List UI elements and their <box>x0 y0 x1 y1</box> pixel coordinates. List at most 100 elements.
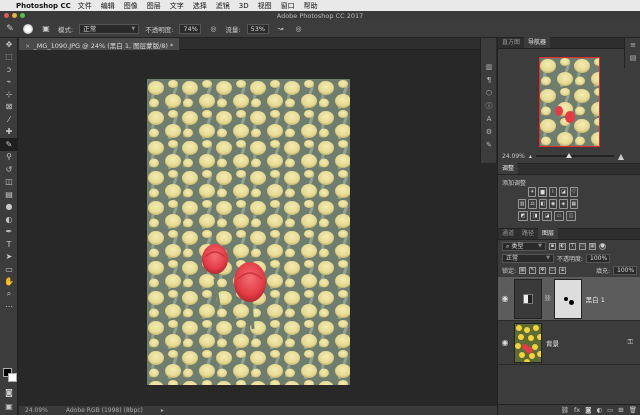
levels-icon[interactable]: ▆ <box>538 187 547 197</box>
navigator-view-box[interactable] <box>539 57 600 147</box>
layer-thumbnail[interactable] <box>514 322 542 363</box>
crop-tool-icon[interactable]: ⊹ <box>0 88 18 101</box>
paragraph-panel-icon[interactable]: ¶ <box>481 73 497 86</box>
new-group-icon[interactable]: ▭ <box>607 406 613 414</box>
close-tab-icon[interactable]: × <box>25 42 30 50</box>
pen-tool-icon[interactable]: ✒ <box>0 226 18 239</box>
layer-blend-mode-select[interactable]: 正常 ▼ <box>502 253 554 263</box>
status-arrow-icon[interactable]: ▸ <box>161 407 164 414</box>
black-white-icon[interactable]: ◧ <box>538 199 547 209</box>
blur-tool-icon[interactable]: ● <box>0 201 18 214</box>
gradient-map-icon[interactable]: ▭ <box>554 211 564 221</box>
lasso-tool-icon[interactable]: ↄ <box>0 63 18 76</box>
app-menu[interactable]: Photoshop CC <box>16 2 71 10</box>
layer-name[interactable]: 背景 <box>546 338 559 348</box>
menu-image[interactable]: 图像 <box>124 1 138 11</box>
dodge-tool-icon[interactable]: ◐ <box>0 213 18 226</box>
info-panel-icon[interactable]: ▥ <box>481 60 497 73</box>
eye-icon[interactable]: ◉ <box>498 338 512 347</box>
document-canvas-image[interactable] <box>147 79 350 385</box>
lock-artboard-icon[interactable]: ▭ <box>549 266 557 274</box>
adjustment-layer-thumbnail[interactable] <box>514 278 542 319</box>
hand-tool-icon[interactable]: ✋ <box>0 276 18 289</box>
zoom-slider-knob[interactable] <box>565 153 572 158</box>
more-tools-icon[interactable]: ⋯ <box>0 301 18 314</box>
libraries-icon[interactable]: ▤ <box>625 51 640 64</box>
menu-view[interactable]: 视图 <box>258 1 272 11</box>
brush-tool-icon[interactable]: ✎ <box>0 138 18 151</box>
healing-brush-tool-icon[interactable]: ✚ <box>0 126 18 139</box>
zoom-tool-icon[interactable]: ⌕ <box>0 288 18 301</box>
filter-pixel-icon[interactable]: ▪ <box>549 242 556 250</box>
selective-color-icon[interactable]: ◫ <box>566 211 576 221</box>
channel-mixer-icon[interactable]: ◈ <box>559 199 568 209</box>
menu-help[interactable]: 帮助 <box>304 1 318 11</box>
zoom-out-icon[interactable]: ▴ <box>529 153 532 160</box>
status-zoom[interactable]: 24.09% <box>25 407 48 414</box>
threshold-icon[interactable]: ◪ <box>542 211 552 221</box>
menu-file[interactable]: 文件 <box>78 1 92 11</box>
filter-adjustment-icon[interactable]: ◐ <box>559 242 566 250</box>
tab-channels[interactable]: 通道 <box>498 227 518 239</box>
blend-mode-select[interactable]: 正常 ▼ <box>79 23 140 34</box>
add-mask-icon[interactable]: ◙ <box>585 406 591 414</box>
rectangle-tool-icon[interactable]: ▭ <box>0 263 18 276</box>
color-lookup-icon[interactable]: ▦ <box>569 199 578 209</box>
brushes-panel-icon[interactable]: ✎ <box>481 138 497 151</box>
menu-select[interactable]: 选择 <box>193 1 207 11</box>
info-icon[interactable]: ⓘ <box>481 99 497 112</box>
tab-paths[interactable]: 路径 <box>518 227 538 239</box>
link-layers-icon[interactable]: ⛓ <box>561 406 569 414</box>
lock-icon[interactable]: ⚿ <box>628 338 633 347</box>
opacity-field[interactable]: 74% <box>179 23 202 34</box>
eraser-tool-icon[interactable]: ◫ <box>0 176 18 189</box>
navigator-zoom-value[interactable]: 24.09% <box>502 153 525 160</box>
layer-kind-filter[interactable]: ⌕ 类型 ▼ <box>502 241 546 251</box>
airbrush-icon[interactable]: ↝ <box>275 23 287 35</box>
brush-panel-toggle-icon[interactable]: ▣ <box>40 23 52 35</box>
tab-histogram[interactable]: 直方图 <box>498 36 524 48</box>
filter-type-icon[interactable]: T <box>569 242 576 250</box>
exposure-icon[interactable]: ◪ <box>559 187 568 197</box>
menu-window[interactable]: 窗口 <box>281 1 295 11</box>
filter-toggle-icon[interactable]: ● <box>599 242 606 250</box>
brightness-icon[interactable]: ☀ <box>528 187 537 197</box>
gradient-tool-icon[interactable]: ▤ <box>0 188 18 201</box>
lock-pixels-icon[interactable]: ✎ <box>529 266 537 274</box>
layer-mask-thumbnail[interactable] <box>553 278 582 319</box>
pressure-size-icon[interactable]: ◎ <box>293 23 305 35</box>
lock-position-icon[interactable]: ✥ <box>539 266 547 274</box>
eye-icon[interactable]: ◉ <box>498 294 512 303</box>
menu-layer[interactable]: 图层 <box>147 1 161 11</box>
type-tool-icon[interactable]: T <box>0 238 18 251</box>
marquee-tool-icon[interactable]: ⬚ <box>0 51 18 64</box>
lock-transparent-icon[interactable]: ▦ <box>519 266 527 274</box>
3d-panel-icon[interactable]: ⬡ <box>481 86 497 99</box>
screen-mode-icon[interactable]: ▣ <box>0 400 18 413</box>
pressure-opacity-icon[interactable]: ◎ <box>207 23 219 35</box>
new-layer-icon[interactable]: ⊞ <box>618 406 623 414</box>
layer-row-bw[interactable]: ◉ ⛓ 黑白 1 <box>498 277 640 321</box>
layer-opacity-field[interactable]: 100% <box>586 253 611 263</box>
eyedropper-tool-icon[interactable]: ⁄ <box>0 113 18 126</box>
clone-stamp-tool-icon[interactable]: ⚲ <box>0 151 18 164</box>
tab-adjustments[interactable]: 调整 <box>498 162 519 174</box>
invert-icon[interactable]: ◩ <box>518 211 528 221</box>
color-swatches[interactable] <box>3 368 17 382</box>
brush-size-picker[interactable] <box>22 23 34 35</box>
chain-link-icon[interactable]: ⛓ <box>544 295 552 302</box>
quick-mask-icon[interactable]: ◙ <box>0 386 18 399</box>
filter-shape-icon[interactable]: ▭ <box>579 242 586 250</box>
flow-field[interactable]: 53% <box>246 23 269 34</box>
background-color-swatch[interactable] <box>8 373 17 382</box>
move-tool-icon[interactable]: ✥ <box>0 38 18 51</box>
color-balance-icon[interactable]: ⚖ <box>528 199 537 209</box>
properties-panel-icon[interactable]: ⚙ <box>481 125 497 138</box>
curves-icon[interactable]: ⌇ <box>548 187 558 197</box>
panel-menu-icon[interactable]: ≡ <box>625 38 640 51</box>
filter-smart-icon[interactable]: ▦ <box>589 242 596 250</box>
menu-3d[interactable]: 3D <box>239 2 249 10</box>
frame-tool-icon[interactable]: ⊠ <box>0 101 18 114</box>
new-adjustment-icon[interactable]: ◐ <box>596 406 602 414</box>
navigator-preview[interactable] <box>539 57 600 147</box>
